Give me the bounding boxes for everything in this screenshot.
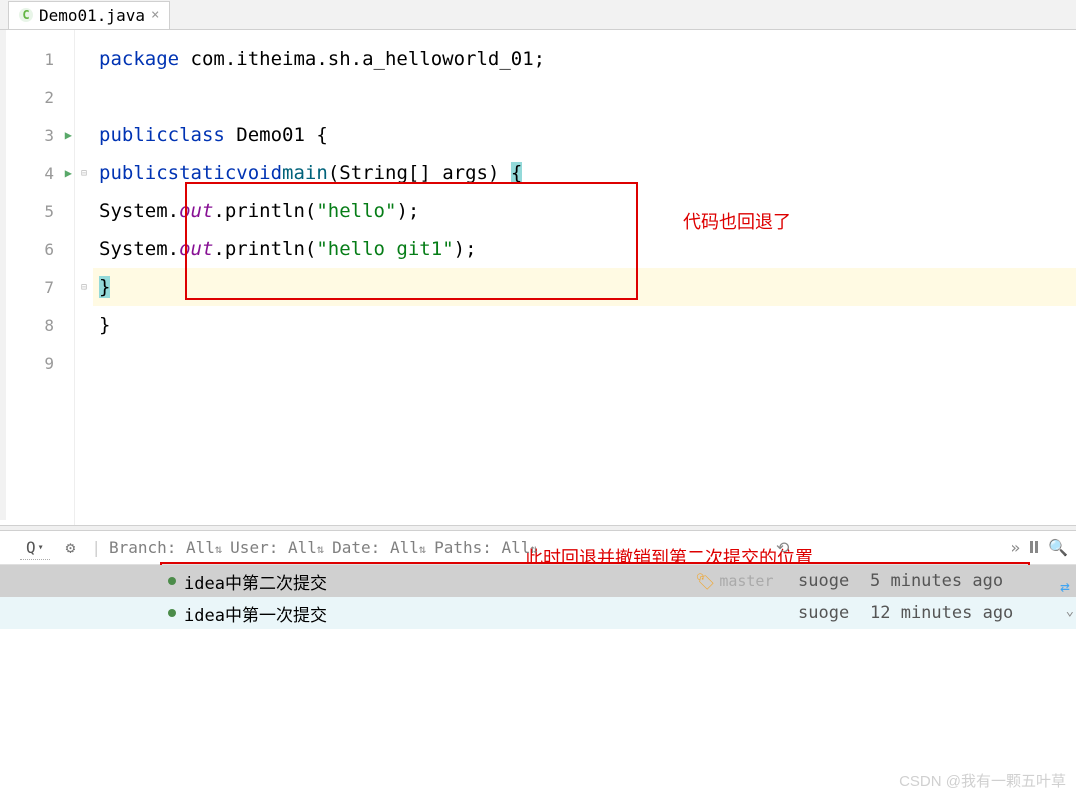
line-number: 1 — [44, 50, 54, 69]
search-icon[interactable]: 🔍 — [1048, 538, 1068, 557]
keyword: public — [99, 124, 168, 146]
code-area[interactable]: package com.itheima.sh.a_helloworld_01; … — [93, 30, 1076, 525]
commit-list: idea中第二次提交 🏷 master suoge 5 minutes ago … — [0, 565, 1076, 797]
search-input[interactable]: Q▾ — [20, 536, 50, 560]
annotation-box — [185, 182, 638, 300]
line-number: 5 — [44, 202, 54, 221]
keyword: package — [99, 48, 179, 70]
vcs-toolbar: Q▾ ⚙ | Branch: All⇅ User: All⇅ Date: All… — [0, 531, 1076, 565]
vcs-log-panel: Q▾ ⚙ | Branch: All⇅ User: All⇅ Date: All… — [0, 531, 1076, 797]
run-gutter-icon[interactable]: ▶ — [65, 128, 72, 142]
commit-date: 5 minutes ago — [870, 571, 1003, 591]
brace: { — [511, 162, 522, 184]
date-filter[interactable]: Date: All⇅ — [332, 538, 426, 557]
commit-row[interactable]: idea中第一次提交 suoge 12 minutes ago — [0, 597, 1076, 629]
commit-message: idea中第一次提交 — [184, 601, 327, 626]
code-text: com.itheima.sh.a_helloworld_01; — [179, 48, 545, 70]
more-icon[interactable]: » — [1010, 538, 1020, 557]
line-number: 8 — [44, 316, 54, 335]
line-number: 9 — [44, 354, 54, 373]
code-text: System. — [99, 200, 179, 222]
code-text: System. — [99, 238, 179, 260]
code-text: Demo01 { — [225, 124, 328, 146]
watermark: CSDN @我有一颗五叶草 — [899, 770, 1066, 791]
line-number: 2 — [44, 88, 54, 107]
line-number: 6 — [44, 240, 54, 259]
keyword: public — [99, 162, 168, 184]
tag-icon: 🏷 — [695, 572, 715, 591]
commit-author: suoge — [798, 603, 849, 623]
tab-filename: Demo01.java — [39, 6, 145, 25]
commit-date: 12 minutes ago — [870, 603, 1013, 623]
line-number-gutter: 1 2 3 ▶ 4 ▶ 5 6 7 8 9 — [0, 30, 75, 525]
commit-dot-icon — [168, 609, 176, 617]
commit-message: idea中第二次提交 — [184, 569, 327, 594]
branch-filter[interactable]: Branch: All⇅ — [109, 538, 222, 557]
file-tab[interactable]: C Demo01.java × — [8, 1, 170, 29]
commit-dot-icon — [168, 577, 176, 585]
line-number: 3 — [44, 126, 54, 145]
line-number: 4 — [44, 164, 54, 183]
java-class-icon: C — [19, 8, 33, 22]
paths-filter[interactable]: Paths: All⇅ — [434, 538, 538, 557]
fold-gutter: ⊟ ⊟ — [75, 30, 93, 525]
fold-expand-icon[interactable]: ⊟ — [81, 282, 87, 293]
branch-name: master — [719, 572, 773, 590]
run-gutter-icon[interactable]: ▶ — [65, 166, 72, 180]
fold-collapse-icon[interactable]: ⊟ — [81, 168, 87, 179]
annotation-text: 代码也回退了 — [683, 208, 791, 234]
brace: } — [99, 314, 110, 336]
chevron-down-icon[interactable]: ⌄ — [1066, 603, 1074, 619]
user-filter[interactable]: User: All⇅ — [230, 538, 324, 557]
keyword: void — [236, 162, 282, 184]
line-number: 7 — [44, 278, 54, 297]
code-text: (String[] args) — [328, 162, 511, 184]
editor[interactable]: 1 2 3 ▶ 4 ▶ 5 6 7 8 9 ⊟ ⊟ package com.ithe… — [0, 30, 1076, 525]
tab-bar: C Demo01.java × — [0, 0, 1076, 30]
gear-icon[interactable]: ⚙ — [66, 538, 76, 557]
keyword: static — [168, 162, 237, 184]
refresh-icon[interactable]: ⟲ — [776, 538, 789, 557]
brace: } — [99, 276, 110, 298]
pause-icon[interactable] — [1030, 541, 1038, 553]
branch-tag: 🏷 master — [695, 572, 774, 591]
commit-author: suoge — [798, 571, 849, 591]
commit-row[interactable]: idea中第二次提交 🏷 master suoge 5 minutes ago — [0, 565, 1076, 597]
swap-icon[interactable]: ⇄ — [1054, 571, 1076, 601]
keyword: class — [168, 124, 225, 146]
method-name: main — [282, 162, 328, 184]
close-icon[interactable]: × — [151, 7, 159, 23]
chevron-down-icon: ▾ — [38, 542, 44, 553]
